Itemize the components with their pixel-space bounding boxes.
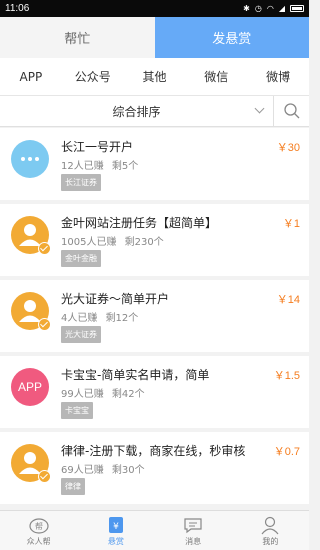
- task-title: 律律-注册下载，商家在线，秒审核: [61, 444, 246, 458]
- remaining-count: 剩12个: [105, 313, 139, 324]
- task-meta: 99人已赚 剩42个: [61, 385, 145, 400]
- task-price: ￥14: [276, 294, 300, 306]
- task-item[interactable]: APP 卡宝宝-简单实名申请，简单 99人已赚 剩42个 卡宝宝 ￥1.5: [0, 356, 309, 428]
- svg-text:帮: 帮: [35, 521, 43, 531]
- user-avatar-icon: [11, 292, 51, 331]
- nav-label: 我的: [262, 537, 279, 546]
- message-icon: [181, 515, 205, 535]
- category-app[interactable]: APP: [0, 70, 62, 84]
- bluetooth-icon: ✱: [243, 4, 250, 13]
- verified-check-icon: [38, 470, 51, 483]
- earned-count: 69人已赚: [61, 465, 104, 476]
- task-list: 长江一号开户 12人已赚 剩5个 长江证券 ￥30 金叶网站注册任务【超简单】 …: [0, 128, 309, 508]
- tab-post-reward[interactable]: 发悬赏: [154, 17, 309, 58]
- crowd-help-icon: 帮: [27, 515, 51, 535]
- app-avatar-icon: APP: [11, 368, 49, 406]
- verified-check-icon: [38, 242, 51, 255]
- nav-label: 悬赏: [107, 537, 124, 546]
- task-title: 金叶网站注册任务【超简单】: [61, 216, 218, 230]
- nav-crowd-help[interactable]: 帮 众人帮: [0, 511, 77, 550]
- verified-check-icon: [38, 318, 51, 331]
- task-tag: 金叶金融: [61, 250, 101, 267]
- task-tag: 光大证券: [61, 326, 101, 343]
- task-price: ￥0.7: [273, 446, 300, 458]
- more-avatar-icon: [11, 140, 49, 178]
- status-bar: 11:06 ✱ ◷ ◠ ◢: [0, 0, 309, 17]
- task-tag: 卡宝宝: [61, 402, 93, 419]
- svg-text:¥: ¥: [113, 522, 119, 532]
- search-icon: [283, 103, 299, 119]
- reward-icon: ¥: [104, 515, 128, 535]
- alarm-icon: ◷: [254, 4, 262, 13]
- task-title: 卡宝宝-简单实名申请，简单: [61, 368, 210, 382]
- battery-icon: [290, 5, 304, 12]
- task-price: ￥1.5: [273, 370, 300, 382]
- remaining-count: 剩42个: [111, 389, 145, 400]
- signal-icon: ◢: [278, 4, 285, 13]
- task-item[interactable]: 光大证券～简单开户 4人已赚 剩12个 光大证券 ￥14: [0, 280, 309, 352]
- bottom-nav: 帮 众人帮 ¥ 悬赏 消息 我的: [0, 510, 309, 550]
- user-avatar-icon: [11, 216, 51, 255]
- task-meta: 1005人已赚 剩230个: [61, 233, 164, 248]
- search-button[interactable]: [273, 96, 309, 126]
- nav-label: 众人帮: [26, 537, 51, 546]
- earned-count: 1005人已赚: [61, 237, 117, 248]
- task-tag: 律律: [61, 478, 85, 495]
- task-price: ￥1: [282, 218, 300, 230]
- earned-count: 12人已赚: [61, 161, 104, 172]
- task-item[interactable]: 律律-注册下载，商家在线，秒审核 69人已赚 剩30个 律律 ￥0.7: [0, 432, 309, 504]
- task-meta: 4人已赚 剩12个: [61, 309, 138, 324]
- task-title: 光大证券～简单开户: [61, 292, 170, 306]
- wifi-icon: ◠: [266, 4, 274, 13]
- tab-help[interactable]: 帮忙: [0, 17, 155, 58]
- status-time: 11:06: [5, 3, 30, 14]
- remaining-count: 剩30个: [111, 465, 145, 476]
- nav-label: 消息: [185, 537, 202, 546]
- chevron-down-icon: [254, 103, 265, 114]
- task-item[interactable]: 长江一号开户 12人已赚 剩5个 长江证券 ￥30: [0, 128, 309, 200]
- category-wechat[interactable]: 微信: [185, 68, 247, 85]
- status-icons: ✱ ◷ ◠ ◢: [243, 4, 304, 13]
- category-weibo[interactable]: 微博: [247, 68, 309, 85]
- remaining-count: 剩5个: [111, 161, 139, 172]
- top-tabs: 帮忙 发悬赏: [0, 17, 309, 58]
- task-price: ￥30: [276, 142, 300, 154]
- task-title: 长江一号开户: [61, 140, 134, 154]
- category-other[interactable]: 其他: [124, 68, 186, 85]
- category-filter-bar: APP 公众号 其他 微信 微博: [0, 58, 309, 96]
- user-avatar-icon: [11, 444, 51, 483]
- nav-messages[interactable]: 消息: [155, 511, 232, 550]
- task-meta: 69人已赚 剩30个: [61, 461, 145, 476]
- sort-label: 综合排序: [112, 104, 161, 119]
- nav-reward[interactable]: ¥ 悬赏: [77, 511, 154, 550]
- task-meta: 12人已赚 剩5个: [61, 157, 138, 172]
- category-official-account[interactable]: 公众号: [62, 68, 124, 85]
- remaining-count: 剩230个: [124, 237, 164, 248]
- earned-count: 4人已赚: [61, 313, 98, 324]
- task-item[interactable]: 金叶网站注册任务【超简单】 1005人已赚 剩230个 金叶金融 ￥1: [0, 204, 309, 276]
- sort-bar: 综合排序: [0, 96, 309, 127]
- earned-count: 99人已赚: [61, 389, 104, 400]
- profile-icon: [258, 515, 282, 535]
- nav-profile[interactable]: 我的: [232, 511, 309, 550]
- task-tag: 长江证券: [61, 174, 101, 191]
- sort-dropdown[interactable]: 综合排序: [0, 96, 273, 126]
